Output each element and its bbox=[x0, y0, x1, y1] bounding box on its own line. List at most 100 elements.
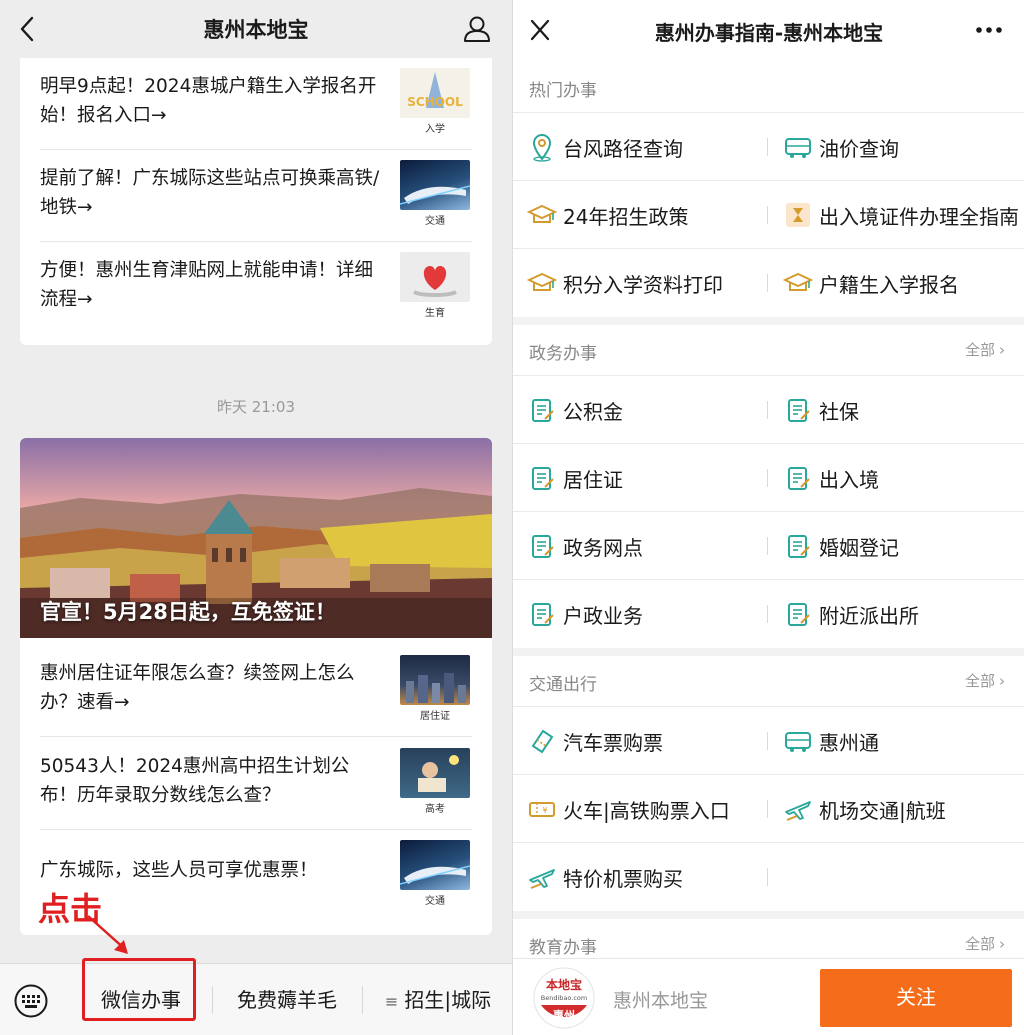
document-icon bbox=[532, 399, 554, 422]
follow-button[interactable]: 关注 bbox=[820, 969, 1012, 1027]
service-label: 出入境证件办理全指南 bbox=[819, 205, 1019, 229]
column-separator bbox=[767, 401, 768, 419]
service-guide-panel: 惠州办事指南-惠州本地宝 热门办事台风路径查询 油价查询 24年招生政策 出入境证件办… bbox=[512, 0, 1024, 1035]
thumbnail-label: 生育 bbox=[425, 308, 445, 319]
service-item[interactable]: 居住证 bbox=[527, 444, 767, 512]
submenu-icon: ≡ bbox=[384, 992, 399, 1011]
section-view-all-link[interactable]: 全部 › bbox=[965, 670, 1005, 691]
chat-title: 惠州本地宝 bbox=[203, 18, 309, 42]
article-item[interactable]: 50543人！2024惠州高中招生计划公布！历年录取分数线怎么查？ 高考 bbox=[40, 738, 472, 830]
article-title: 惠州居住证年限怎么查？续签网上怎么办？速看→ bbox=[40, 663, 355, 713]
section-view-all-link[interactable]: 全部 › bbox=[965, 933, 1005, 954]
column-separator bbox=[767, 206, 768, 224]
service-item[interactable]: 机场交通|航班 bbox=[783, 775, 1023, 843]
document-icon bbox=[532, 467, 554, 490]
service-row: 积分入学资料打印 户籍生入学报名 bbox=[513, 249, 1024, 317]
article-item[interactable]: 方便！惠州生育津贴网上就能申请！详细流程→ 生育 bbox=[40, 242, 472, 334]
service-item[interactable]: 积分入学资料打印 bbox=[527, 249, 767, 317]
column-separator bbox=[767, 732, 768, 750]
service-item[interactable]: ¥ 火车|高铁购票入口 bbox=[527, 775, 767, 843]
column-separator bbox=[767, 800, 768, 818]
document-icon bbox=[788, 399, 810, 422]
article-thumbnail bbox=[400, 655, 470, 705]
service-item[interactable]: 出入境证件办理全指南 bbox=[783, 181, 1023, 249]
more-options-icon[interactable] bbox=[975, 24, 1003, 36]
service-item[interactable]: 婚姻登记 bbox=[783, 512, 1023, 580]
column-separator bbox=[767, 537, 768, 555]
service-item[interactable]: 台风路径查询 bbox=[527, 113, 767, 181]
service-row: 居住证 出入境 bbox=[513, 444, 1024, 512]
svg-text:本地宝: 本地宝 bbox=[546, 977, 582, 992]
thumbnail-label: 居住证 bbox=[420, 711, 450, 722]
service-label: 火车|高铁购票入口 bbox=[563, 799, 730, 823]
service-item[interactable]: 政务网点 bbox=[527, 512, 767, 580]
service-item[interactable]: 汽车票购票 bbox=[527, 707, 767, 775]
article-card: 官宣！5月28日起，互免签证！ 惠州居住证年限怎么查？续签网上怎么办？速看→ 居… bbox=[20, 438, 492, 935]
chat-panel: 惠州本地宝 明早9点起！2024惠城户籍生入学报名开始！报名入口→ SCHOOL… bbox=[0, 0, 512, 1035]
service-label: 积分入学资料打印 bbox=[563, 273, 723, 297]
service-item[interactable]: 24年招生政策 bbox=[527, 181, 767, 249]
article-item[interactable]: 明早9点起！2024惠城户籍生入学报名开始！报名入口→ SCHOOL 入学 bbox=[40, 58, 472, 150]
menu-label: 招生|城际 bbox=[404, 988, 492, 1012]
svg-text:惠州: 惠州 bbox=[553, 1008, 575, 1022]
service-item[interactable]: 油价查询 bbox=[783, 113, 1023, 181]
webview-title: 惠州办事指南-惠州本地宝 bbox=[654, 21, 884, 45]
service-row: 24年招生政策 出入境证件办理全指南 bbox=[513, 181, 1024, 249]
follow-bar: 本地宝 Bendibao.com 惠州 惠州本地宝 关注 bbox=[513, 958, 1024, 1035]
service-item[interactable]: 户政业务 bbox=[527, 580, 767, 648]
ticket-icon bbox=[531, 729, 554, 754]
hero-caption: 官宣！5月28日起，互免签证！ bbox=[40, 600, 336, 624]
service-row: ¥ 火车|高铁购票入口 机场交通|航班 bbox=[513, 775, 1024, 843]
article-thumbnail bbox=[400, 160, 470, 210]
column-separator bbox=[767, 868, 768, 886]
menu-free-deals[interactable]: 免费薅羊毛 bbox=[214, 964, 360, 1035]
message-timestamp: 昨天 21:03 bbox=[217, 398, 295, 416]
hero-image[interactable]: 官宣！5月28日起，互免签证！ bbox=[20, 438, 492, 638]
annotation-highlight-box bbox=[82, 958, 196, 1021]
service-item[interactable]: 惠州通 bbox=[783, 707, 1023, 775]
bus-icon bbox=[785, 138, 811, 158]
service-item[interactable]: 户籍生入学报名 bbox=[783, 249, 1023, 317]
section-view-all-link[interactable]: 全部 › bbox=[965, 339, 1005, 360]
service-label: 汽车票购票 bbox=[563, 731, 663, 755]
service-label: 惠州通 bbox=[819, 731, 879, 755]
airplane-icon bbox=[785, 801, 811, 821]
service-item[interactable]: 附近派出所 bbox=[783, 580, 1023, 648]
service-row: 台风路径查询 油价查询 bbox=[513, 113, 1024, 181]
article-item[interactable]: 惠州居住证年限怎么查？续签网上怎么办？速看→ 居住证 bbox=[40, 645, 472, 737]
article-thumbnail bbox=[400, 840, 470, 890]
service-item[interactable]: 社保 bbox=[783, 376, 1023, 444]
service-item[interactable]: 出入境 bbox=[783, 444, 1023, 512]
service-label: 社保 bbox=[819, 400, 859, 424]
article-item[interactable]: 广东城际，这些人员可享优惠票！ 交通 bbox=[40, 830, 472, 922]
service-item[interactable]: 公积金 bbox=[527, 376, 767, 444]
section-title: 教育办事 bbox=[529, 938, 597, 958]
article-item[interactable]: 提前了解！广东城际这些站点可换乘高铁/地铁→ 交通 bbox=[40, 150, 472, 242]
brand-name: 惠州本地宝 bbox=[613, 990, 709, 1012]
user-profile-icon[interactable] bbox=[462, 14, 492, 44]
view-all-label: 全部 bbox=[964, 341, 995, 359]
menu-enrollment-intercity[interactable]: ≡ 招生|城际 bbox=[364, 964, 512, 1035]
article-thumbnail: SCHOOL bbox=[400, 68, 470, 118]
graduation-cap-icon bbox=[527, 272, 557, 291]
service-row: 汽车票购票 惠州通 bbox=[513, 707, 1024, 775]
airplane-icon bbox=[529, 869, 555, 889]
menu-separator bbox=[362, 986, 363, 1014]
brand-logo: 本地宝 Bendibao.com 惠州 bbox=[533, 967, 595, 1029]
chevron-right-icon: › bbox=[999, 672, 1005, 690]
section-title: 热门办事 bbox=[529, 81, 597, 101]
column-separator bbox=[767, 274, 768, 292]
thumb-school-text: SCHOOL bbox=[407, 95, 463, 109]
service-section: 交通出行 全部 › 汽车票购票 惠州通 ¥ 火车|高铁购票入口 机场交通|航班 特价机票购买 bbox=[513, 656, 1024, 911]
service-item[interactable]: 特价机票购买 bbox=[527, 843, 767, 911]
document-icon bbox=[788, 467, 810, 490]
service-label: 居住证 bbox=[563, 468, 623, 492]
keyboard-icon[interactable] bbox=[14, 984, 48, 1018]
article-title: 明早9点起！2024惠城户籍生入学报名开始！报名入口→ bbox=[40, 76, 377, 126]
divider bbox=[40, 736, 472, 737]
hourglass-icon bbox=[786, 203, 810, 227]
section-title: 交通出行 bbox=[529, 675, 597, 695]
train-ticket-icon: ¥ bbox=[529, 802, 555, 817]
service-row: 公积金 社保 bbox=[513, 376, 1024, 444]
service-label: 24年招生政策 bbox=[563, 205, 689, 229]
